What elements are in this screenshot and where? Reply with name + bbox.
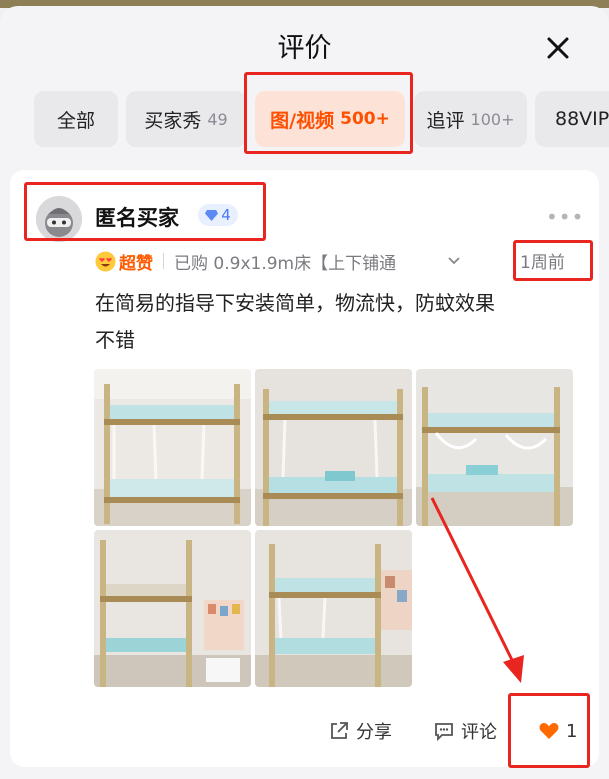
- tab-follow-up[interactable]: 追评 100+: [414, 91, 527, 147]
- review-photo[interactable]: [255, 530, 412, 687]
- review-photo[interactable]: [255, 369, 412, 526]
- share-button[interactable]: 分享: [328, 716, 392, 746]
- tab-count: 500+: [340, 109, 390, 129]
- level-badge: 4: [198, 204, 238, 226]
- heart-icon: [539, 723, 559, 739]
- tab-all[interactable]: 全部: [34, 91, 118, 147]
- close-icon: [547, 37, 569, 59]
- tab-88vip[interactable]: 88VIP: [535, 91, 609, 147]
- anonymous-avatar-icon: [36, 196, 82, 242]
- review-text-line: 在简易的指导下安装简单，物流快，防蚊效果: [95, 291, 495, 315]
- tab-label: 图/视频: [270, 109, 335, 132]
- chevron-down-icon[interactable]: [446, 253, 462, 269]
- filter-tabs: 全部 买家秀 49 图/视频 500+ 追评 100+ 88VIP: [0, 91, 609, 147]
- emoji-heart-eyes-icon: [95, 251, 116, 271]
- bunk-bed-photo: [94, 369, 251, 526]
- comment-label: 评论: [461, 722, 497, 743]
- review-text: 在简易的指导下安装简单，物流快，防蚊效果 不错: [95, 285, 585, 359]
- avatar[interactable]: [36, 196, 82, 242]
- level-number: 4: [221, 206, 231, 224]
- share-icon: [331, 722, 348, 739]
- rating-label: 超赞: [119, 253, 153, 274]
- review-text-line: 不错: [95, 328, 135, 352]
- user-name: 匿名买家: [95, 206, 179, 230]
- more-icon[interactable]: •••: [546, 205, 584, 229]
- like-count: 1: [566, 720, 578, 742]
- tab-label: 买家秀: [144, 109, 202, 132]
- review-photo[interactable]: [94, 530, 251, 687]
- tab-label: 追评: [426, 109, 465, 132]
- tab-photo-video[interactable]: 图/视频 500+: [255, 91, 405, 147]
- tab-label: 全部: [56, 109, 95, 132]
- review-photo[interactable]: [94, 369, 251, 526]
- tab-label: 88VIP: [555, 108, 609, 130]
- close-button[interactable]: [540, 30, 576, 66]
- review-photo[interactable]: [416, 369, 573, 526]
- review-time: 1周前: [520, 253, 565, 273]
- diamond-icon: [205, 209, 219, 221]
- tab-count: 100+: [470, 109, 515, 129]
- comment-icon: [435, 723, 453, 742]
- like-button[interactable]: 1: [538, 716, 577, 746]
- purchase-info: 已购 0.9x1.9m床【上下铺通: [174, 253, 397, 274]
- tab-buyer-show[interactable]: 买家秀 49: [126, 91, 246, 147]
- tab-count: 49: [207, 109, 228, 129]
- page-title: 评价: [277, 33, 332, 64]
- share-label: 分享: [356, 722, 392, 743]
- comment-button[interactable]: 评论: [433, 716, 497, 746]
- review-meta: 超赞 已购 0.9x1.9m床【上下铺通: [95, 248, 462, 274]
- divider: [163, 253, 164, 269]
